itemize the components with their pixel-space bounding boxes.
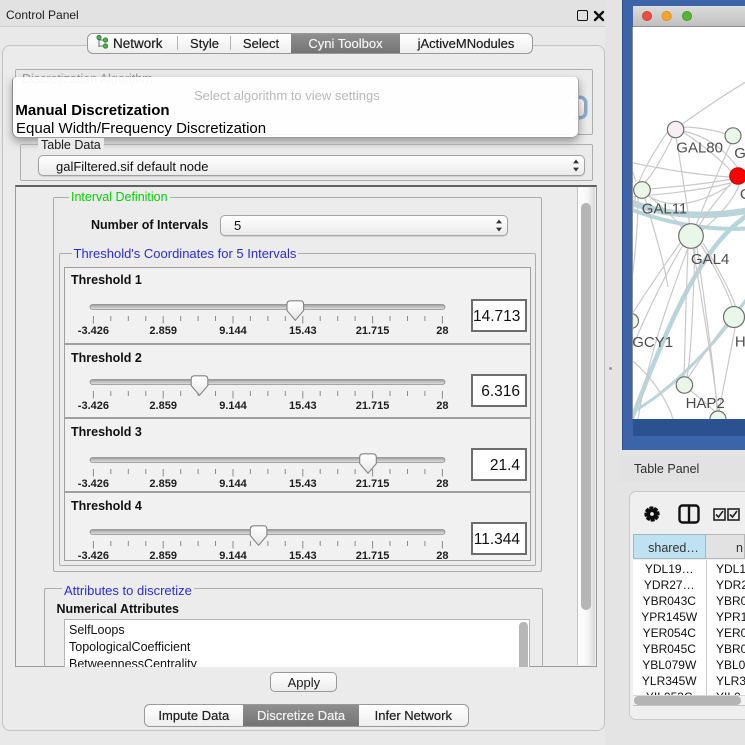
svg-text:-3.426: -3.426: [78, 325, 109, 337]
svg-text:GAL11: GAL11: [642, 201, 688, 218]
svg-text:HAP2: HAP2: [686, 395, 725, 412]
svg-text:GAL7: GAL7: [734, 145, 745, 162]
svg-text:15.43: 15.43: [289, 478, 317, 490]
svg-text:28: 28: [436, 400, 448, 412]
svg-text:9.144: 9.144: [219, 400, 247, 412]
svg-text:28: 28: [436, 478, 448, 490]
svg-text:21.715: 21.715: [356, 550, 390, 562]
svg-text:21.715: 21.715: [356, 478, 390, 490]
svg-text:15.43: 15.43: [289, 325, 317, 337]
svg-text:9.144: 9.144: [219, 550, 247, 562]
svg-text:2.859: 2.859: [149, 550, 177, 562]
svg-text:GCY1: GCY1: [633, 334, 673, 351]
svg-text:GAL80: GAL80: [676, 140, 723, 157]
svg-text:CYC: CYC: [740, 186, 745, 203]
svg-text:-3.426: -3.426: [78, 400, 109, 412]
svg-text:28: 28: [436, 550, 448, 562]
svg-text:9.144: 9.144: [219, 325, 247, 337]
svg-text:2.859: 2.859: [149, 478, 177, 490]
svg-text:GAL4: GAL4: [691, 251, 729, 268]
svg-text:28: 28: [436, 325, 448, 337]
svg-text:21.715: 21.715: [356, 400, 390, 412]
svg-text:2.859: 2.859: [149, 325, 177, 337]
svg-text:2.859: 2.859: [149, 400, 177, 412]
svg-text:-3.426: -3.426: [78, 550, 109, 562]
svg-text:15.43: 15.43: [289, 400, 317, 412]
svg-text:21.715: 21.715: [356, 325, 390, 337]
svg-text:HIS: HIS: [735, 333, 745, 350]
svg-text:9.144: 9.144: [219, 478, 247, 490]
svg-text:-3.426: -3.426: [78, 478, 109, 490]
svg-text:15.43: 15.43: [289, 550, 317, 562]
